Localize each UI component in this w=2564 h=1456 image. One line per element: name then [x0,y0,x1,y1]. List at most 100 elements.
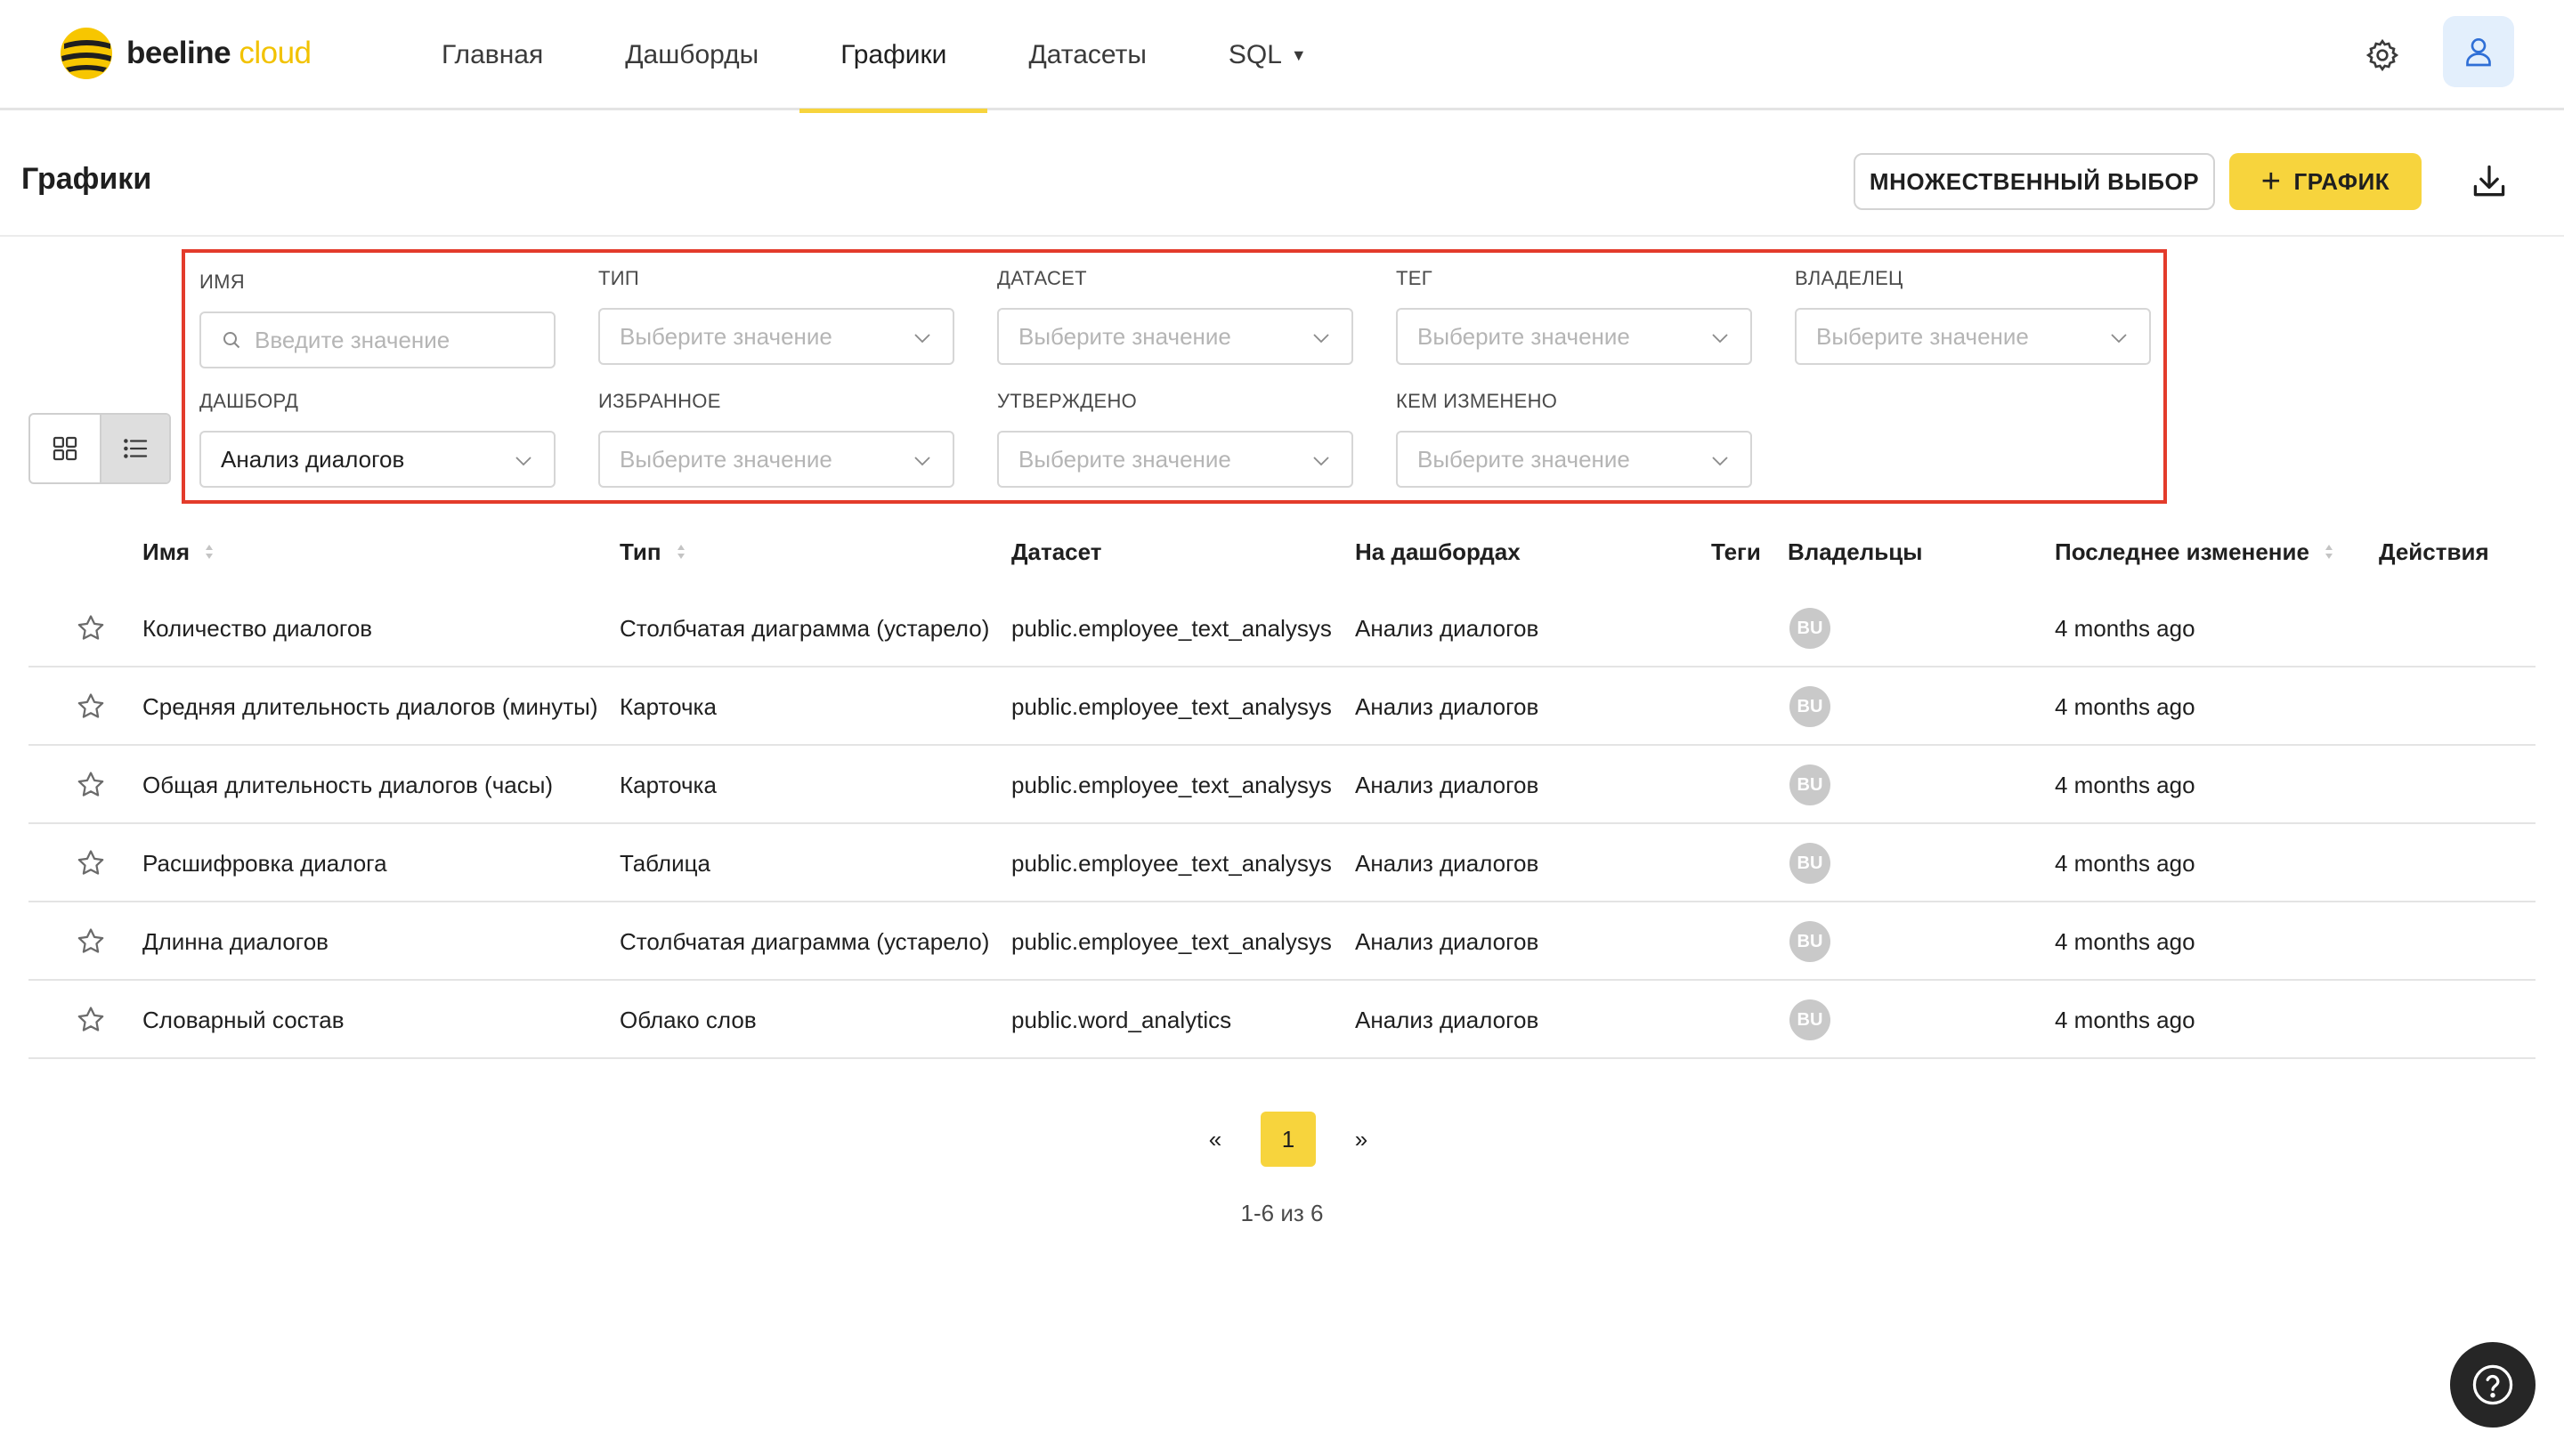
column-header-label: Датасет [1011,538,1102,565]
grid-icon [53,436,77,461]
nav-item-label: Датасеты [1028,40,1147,69]
dataset-link[interactable]: public.employee_text_analysys [1011,746,1332,824]
column-header-label: Действия [2379,538,2489,565]
star-icon [77,615,104,640]
filter-favorite: ИЗБРАННОЕ Выберите значение [598,390,954,488]
main-nav: Главная Дашборды Графики Датасеты SQL ▼ [401,0,1348,113]
filter-label: ТЕГ [1396,267,1432,289]
table-row[interactable]: Средняя длительность диалогов (минуты) К… [28,667,2536,746]
dashboard-link[interactable]: Анализ диалогов [1355,746,1538,824]
owner-select[interactable]: Выберите значение [1795,308,2151,365]
favorite-star-button[interactable] [75,589,107,667]
download-button[interactable] [2464,157,2514,206]
column-header-modified[interactable]: Последнее изменение [2055,538,2334,566]
page-title: Графики [21,162,152,196]
favorite-select[interactable]: Выберите значение [598,431,954,488]
avatar: BU [1789,921,1830,962]
chart-type: Столбчатая диаграмма (устарело) [620,927,990,955]
beeline-cloud-logo[interactable]: beeline cloud [59,25,312,82]
settings-button[interactable] [2361,34,2404,77]
sort-icon[interactable] [204,543,215,561]
tag-select[interactable]: Выберите значение [1396,308,1752,365]
chart-name-link[interactable]: Общая длительность диалогов (часы) [142,746,553,824]
card-view-button[interactable] [30,415,100,482]
star-icon [77,693,104,718]
chevron-down-icon [2111,334,2127,344]
select-placeholder: Выберите значение [620,322,832,350]
modified-time: 4 months ago [2055,849,2195,877]
owner-avatar: BU [1789,824,1830,902]
modified-time: 4 months ago [2055,614,2195,642]
dashboard-select[interactable]: Анализ диалогов [199,431,556,488]
dataset-link[interactable]: public.employee_text_analysys [1011,902,1332,981]
name-search-input[interactable]: Введите значение [199,311,556,368]
nav-item-datasets[interactable]: Датасеты [987,0,1187,110]
dashboard-link[interactable]: Анализ диалогов [1355,824,1538,902]
question-mark-icon [2472,1364,2513,1405]
approved-select[interactable]: Выберите значение [997,431,1353,488]
table-row[interactable]: Длинна диалогов Столбчатая диаграмма (ус… [28,902,2536,981]
column-header-name[interactable]: Имя [142,538,215,566]
chart-name-link[interactable]: Средняя длительность диалогов (минуты) [142,667,597,746]
favorite-star-button[interactable] [75,902,107,981]
sort-icon[interactable] [676,543,686,561]
dataset-link[interactable]: public.employee_text_analysys [1011,589,1332,667]
add-chart-button[interactable]: + ГРАФИК [2229,153,2422,210]
chevron-down-icon [515,457,531,466]
table-row[interactable]: Словарный состав Облако слов public.word… [28,981,2536,1059]
modified-time: 4 months ago [2055,927,2195,955]
table-row[interactable]: Общая длительность диалогов (часы) Карто… [28,746,2536,824]
dataset-link[interactable]: public.employee_text_analysys [1011,667,1332,746]
table-row[interactable]: Количество диалогов Столбчатая диаграмма… [28,589,2536,667]
favorite-star-button[interactable] [75,667,107,746]
dashboard-link[interactable]: Анализ диалогов [1355,589,1538,667]
pagination: « 1 » [1193,1111,1383,1168]
dashboard-link[interactable]: Анализ диалогов [1355,981,1538,1059]
favorite-star-button[interactable] [75,746,107,824]
multi-select-button[interactable]: МНОЖЕСТВЕННЫЙ ВЫБОР [1854,153,2215,210]
column-header-label: Теги [1711,538,1761,565]
column-header-dashboards: На дашбордах [1355,538,1521,566]
dataset-link[interactable]: public.employee_text_analysys [1011,824,1332,902]
nav-item-label: Дашборды [625,40,759,69]
modified-by-select[interactable]: Выберите значение [1396,431,1752,488]
next-page-button[interactable]: » [1339,1126,1383,1153]
chart-name-link[interactable]: Расшифровка диалога [142,824,387,902]
list-view-button[interactable] [99,415,169,482]
table-row[interactable]: Расшифровка диалога Таблица public.emplo… [28,824,2536,902]
chart-name-link[interactable]: Словарный состав [142,981,345,1059]
nav-item-sql[interactable]: SQL ▼ [1188,0,1348,110]
chevron-down-icon [914,334,930,344]
favorite-star-button[interactable] [75,981,107,1059]
owner-avatar: BU [1789,746,1830,824]
header-divider [0,235,2564,237]
dataset-select[interactable]: Выберите значение [997,308,1353,365]
nav-item-label: Графики [840,40,947,69]
chart-name-link[interactable]: Количество диалогов [142,589,372,667]
user-menu-button[interactable] [2443,16,2514,87]
help-button[interactable] [2450,1342,2536,1428]
chart-type: Столбчатая диаграмма (устарело) [620,614,990,642]
select-value: Анализ диалогов [221,445,405,473]
column-header-type[interactable]: Тип [620,538,686,566]
dataset-link[interactable]: public.word_analytics [1011,981,1231,1059]
nav-item-label: Главная [442,40,544,69]
filter-label: ДАТАСЕТ [997,267,1087,289]
filter-label: ИМЯ [199,271,245,293]
chevron-down-icon [1712,457,1728,466]
sort-icon[interactable] [2324,543,2334,561]
nav-item-home[interactable]: Главная [401,0,584,110]
nav-item-charts[interactable]: Графики [799,0,988,113]
star-icon [77,850,104,875]
chart-name-link[interactable]: Длинна диалогов [142,902,329,981]
dashboard-link[interactable]: Анализ диалогов [1355,667,1538,746]
input-placeholder: Введите значение [255,326,450,353]
owner-avatar: BU [1789,667,1830,746]
prev-page-button[interactable]: « [1193,1126,1237,1153]
filter-tag: ТЕГ Выберите значение [1396,267,1752,365]
page-1-button[interactable]: 1 [1261,1112,1316,1167]
type-select[interactable]: Выберите значение [598,308,954,365]
dashboard-link[interactable]: Анализ диалогов [1355,902,1538,981]
nav-item-dashboards[interactable]: Дашборды [584,0,799,110]
favorite-star-button[interactable] [75,824,107,902]
